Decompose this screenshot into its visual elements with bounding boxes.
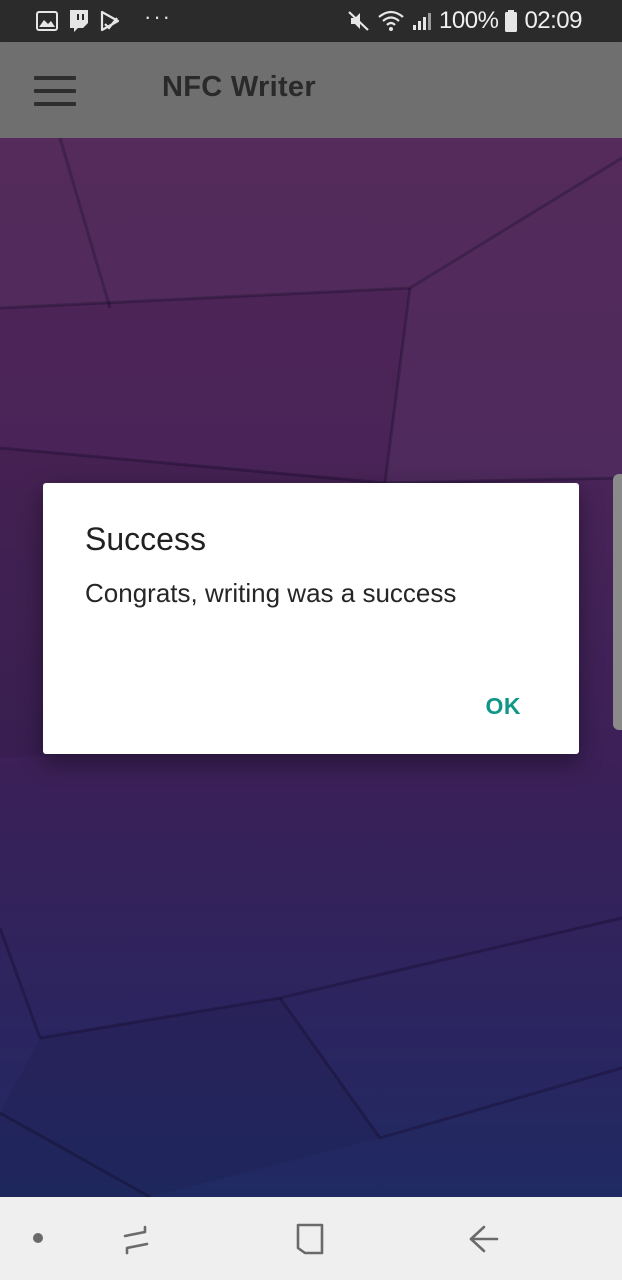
dialog-message: Congrats, writing was a success [85,578,457,608]
ok-button[interactable]: OK [486,693,522,720]
edge-panel-handle[interactable] [613,474,622,730]
twitch-icon [68,9,90,33]
app-bar: NFC Writer [0,42,622,138]
more-notifications-dots: ··· [144,4,172,29]
back-icon[interactable] [462,1219,506,1259]
battery-icon [504,9,518,33]
screen: ··· 100% 02:09 NFC Writer Success Congra… [0,0,622,1280]
gallery-icon [36,11,58,31]
mute-icon [347,9,371,33]
recent-apps-icon[interactable] [112,1219,160,1259]
hamburger-menu-icon[interactable] [34,76,76,106]
play-store-icon [100,10,122,32]
dialog-title: Success [85,521,206,557]
battery-percent: 100% [439,7,499,34]
success-dialog: Success Congrats, writing was a success … [43,483,579,754]
dot-indicator [30,1230,46,1246]
signal-icon [411,10,433,32]
wifi-icon [377,9,405,33]
navigation-bar [0,1197,622,1280]
status-right-icons: 100% 02:09 [347,7,582,35]
status-bar: ··· 100% 02:09 [0,0,622,42]
clock: 02:09 [524,7,582,34]
home-icon[interactable] [288,1219,332,1259]
status-left-icons: ··· [36,4,172,33]
app-title: NFC Writer [162,71,316,103]
